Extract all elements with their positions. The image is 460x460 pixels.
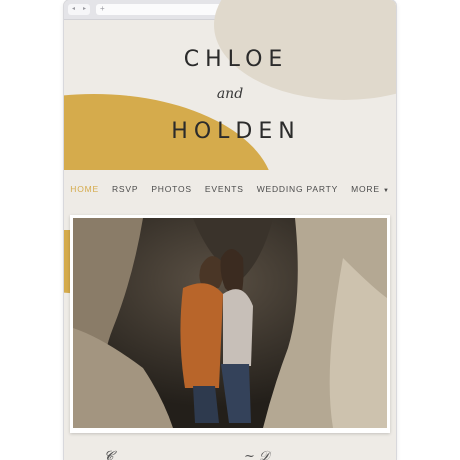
chevron-down-icon: ▼ bbox=[382, 188, 390, 194]
hero-photo-illustration bbox=[73, 218, 387, 428]
couple-embracing-in-cave-photo bbox=[73, 218, 387, 428]
couple-name-second: HOLDEN bbox=[171, 119, 301, 144]
nav-item-photos[interactable]: PHOTOS bbox=[151, 180, 192, 198]
hero-photo-frame bbox=[70, 215, 390, 433]
add-tab-icon[interactable]: + bbox=[100, 3, 105, 15]
ampersand-script: and bbox=[216, 86, 244, 102]
nav-item-wedding-party[interactable]: WEDDING PARTY bbox=[257, 180, 338, 198]
footer-script-left: 𝓒 bbox=[104, 449, 114, 460]
couple-name-first: CHLOE bbox=[183, 47, 289, 72]
forward-icon[interactable]: ▸ bbox=[83, 4, 86, 15]
nav-item-rsvp[interactable]: RSVP bbox=[112, 180, 138, 198]
back-icon[interactable]: ◂ bbox=[72, 4, 75, 15]
wedding-website: CHLOE and HOLDEN HOME RSVP PHOTOS EVENTS… bbox=[64, 0, 396, 460]
footer-script-right: ~ 𝒟 bbox=[244, 449, 270, 460]
nav-item-more[interactable]: MORE ▼ bbox=[351, 180, 390, 198]
nav-item-more-label: MORE bbox=[351, 184, 380, 194]
nav-item-home[interactable]: HOME bbox=[70, 180, 99, 198]
browser-window: ◂ ▸ + ↻ ⌕ CHLOE and HOLDEN HOME RSVP PHO… bbox=[64, 0, 396, 460]
site-navigation: HOME RSVP PHOTOS EVENTS WEDDING PARTY MO… bbox=[64, 180, 396, 198]
history-buttons[interactable]: ◂ ▸ bbox=[68, 4, 90, 15]
nav-item-events[interactable]: EVENTS bbox=[205, 180, 244, 198]
